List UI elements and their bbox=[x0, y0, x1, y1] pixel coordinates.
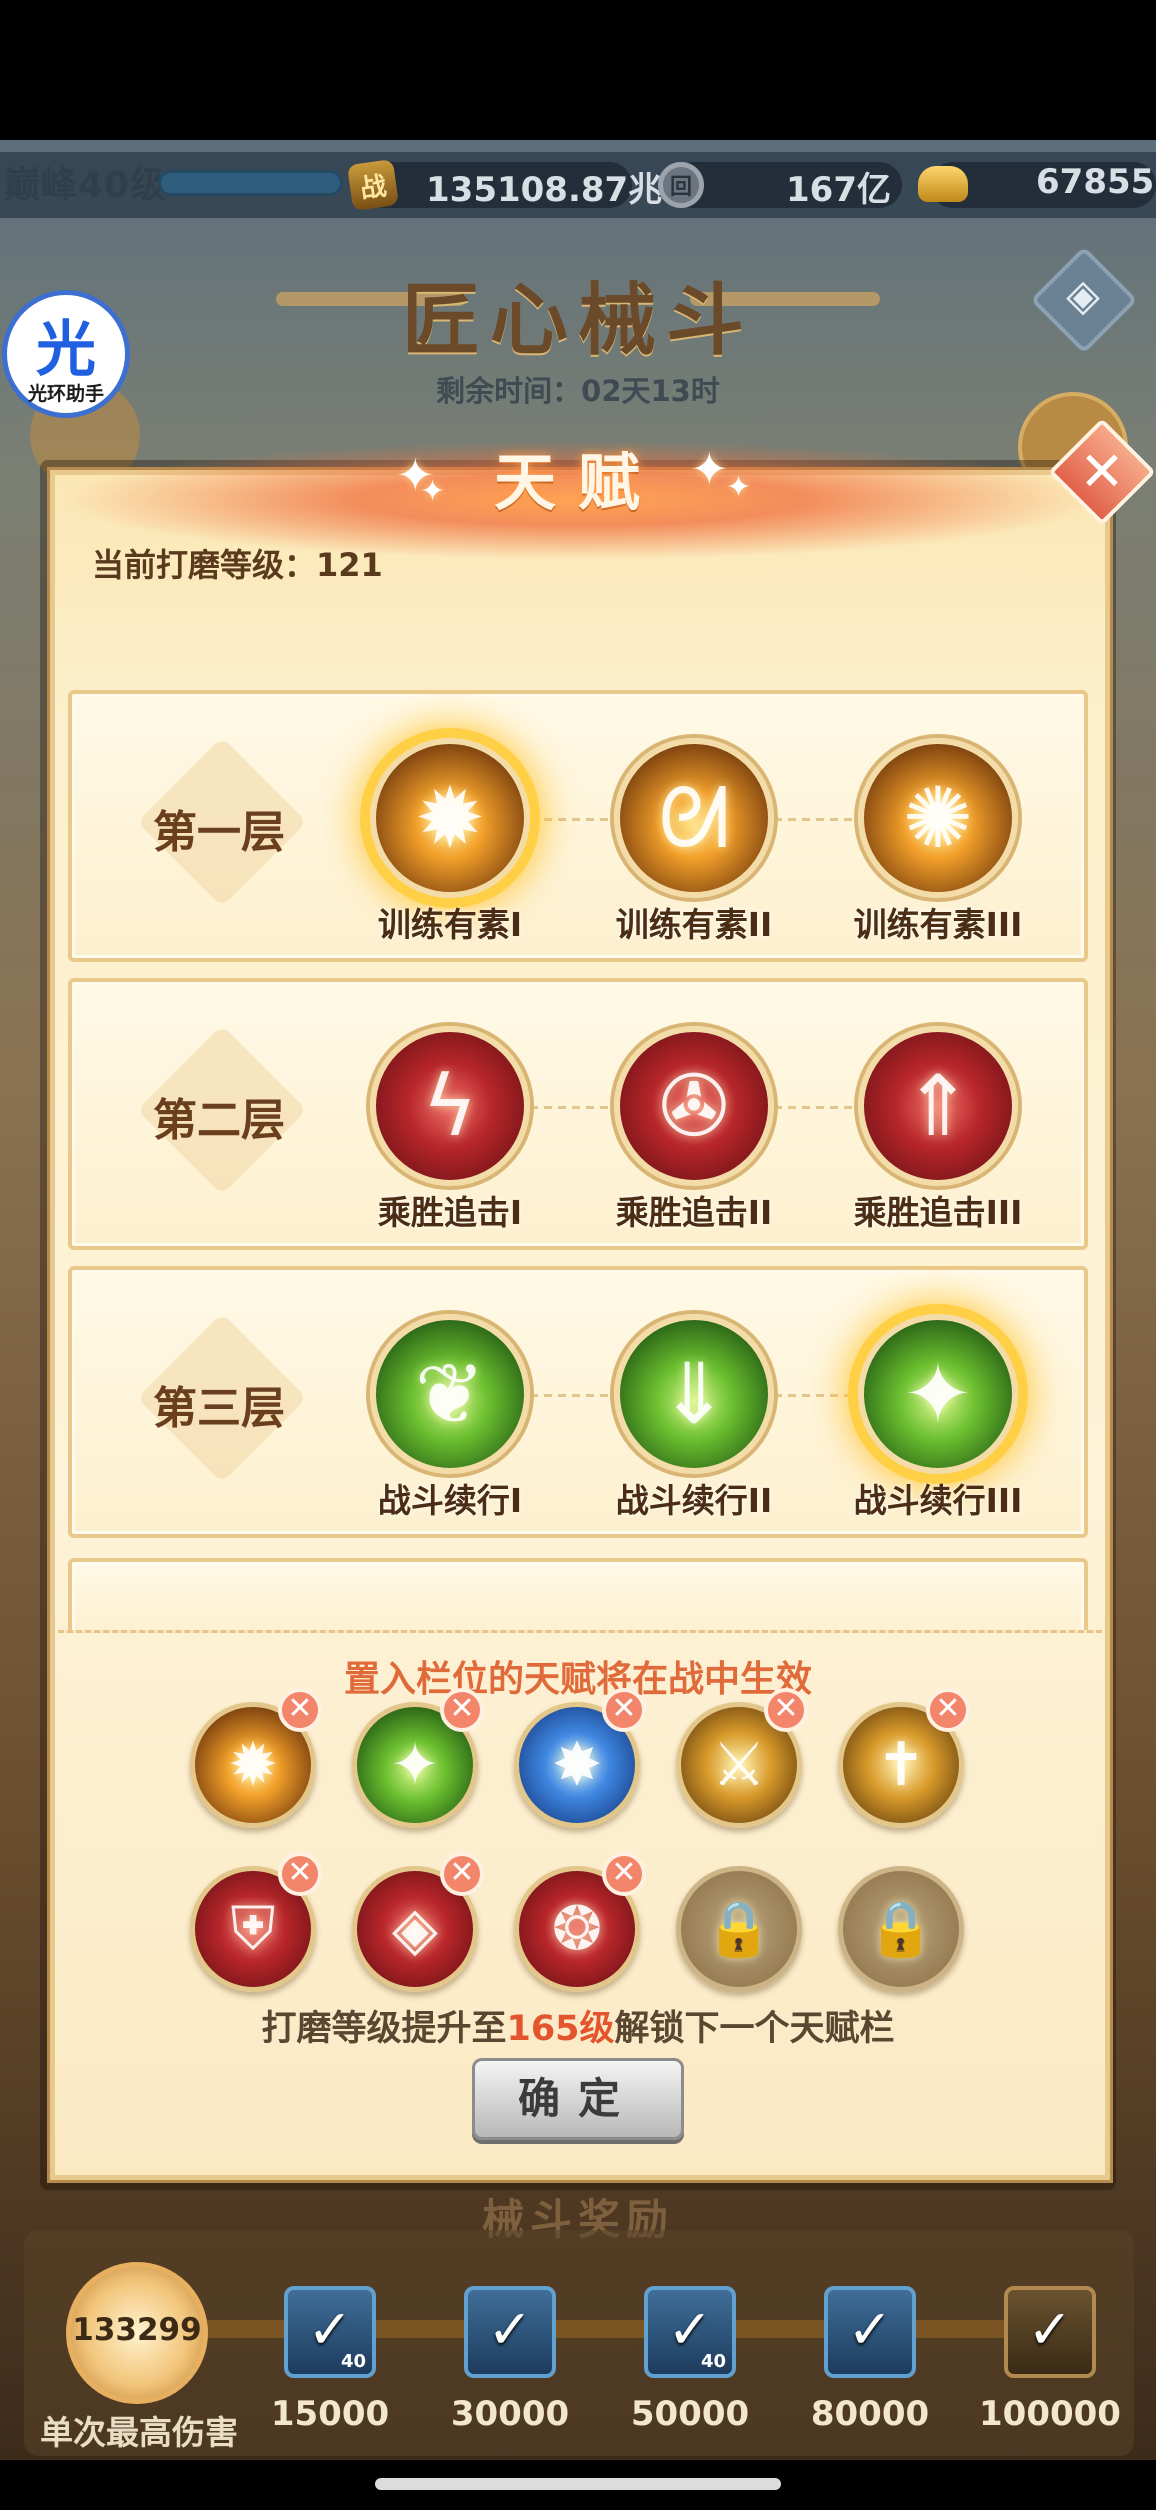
max-damage-label: 单次最高伤害 bbox=[40, 2413, 238, 2452]
reward-count: 40 bbox=[340, 2351, 366, 2372]
reward-chest[interactable]: ✓ bbox=[464, 2286, 556, 2378]
check-icon: ✓ bbox=[487, 2298, 533, 2361]
reward-chest[interactable]: ✓ bbox=[824, 2286, 916, 2378]
unlock-level: 165级 bbox=[506, 2009, 615, 2049]
tier-label-badge: 第三层 bbox=[114, 1313, 307, 1483]
reward-threshold: 80000 bbox=[810, 2394, 930, 2434]
coin-icon: 回 bbox=[658, 162, 704, 208]
reward-progress-line bbox=[120, 2320, 1090, 2338]
fire-swirl-icon: ᘛ bbox=[658, 768, 730, 867]
talent-connector bbox=[530, 818, 614, 821]
remove-slot-icon[interactable]: ✕ bbox=[602, 1852, 646, 1896]
lightning-icon: ϟ bbox=[422, 1057, 478, 1155]
talent-button[interactable]: ⇓ bbox=[614, 1314, 774, 1474]
combat-power-value: 135108.87兆 bbox=[426, 170, 663, 210]
talent-name: 乘胜追击II bbox=[615, 1193, 773, 1232]
reward-threshold: 15000 bbox=[270, 2394, 390, 2434]
remove-slot-icon[interactable]: ✕ bbox=[278, 1688, 322, 1732]
tier-4-peek bbox=[68, 1558, 1088, 1638]
talent-button[interactable]: ✇ bbox=[614, 1026, 774, 1186]
talent-connector bbox=[774, 1394, 858, 1397]
current-polish-level: 当前打磨等级：121 bbox=[92, 546, 383, 584]
reward-chest[interactable]: ✓ 40 bbox=[284, 2286, 376, 2378]
diamond-icon: ◈ bbox=[1066, 270, 1100, 321]
unlock-hint-prefix: 打磨等级提升至 bbox=[261, 2009, 507, 2049]
reward-chest[interactable]: ✓ bbox=[1004, 2286, 1096, 2378]
talent-button[interactable]: ✦ bbox=[858, 1314, 1018, 1474]
tier-label: 第一层 bbox=[153, 807, 285, 858]
remove-slot-icon[interactable]: ✕ bbox=[440, 1688, 484, 1732]
home-indicator[interactable] bbox=[375, 2478, 781, 2490]
slot-hint-text: 置入栏位的天赋将在战中生效 bbox=[343, 1659, 812, 1700]
check-icon: ✓ bbox=[847, 2298, 893, 2361]
talent-button[interactable]: ⇑ bbox=[858, 1026, 1018, 1186]
halo-helper-button[interactable]: 光 光环助手 bbox=[2, 290, 130, 418]
arrow-up-icon: ⇑ bbox=[902, 1057, 974, 1155]
tier-label: 第二层 bbox=[153, 1095, 285, 1146]
event-title: 匠心械斗 bbox=[401, 276, 754, 366]
talent-button[interactable]: ✹ bbox=[370, 738, 530, 898]
tier-label: 第三层 bbox=[153, 1383, 285, 1434]
talent-connector bbox=[530, 1106, 614, 1109]
talent-button[interactable]: ϟ bbox=[370, 1026, 530, 1186]
reward-threshold: 100000 bbox=[979, 2394, 1121, 2434]
lock-icon: 🔒 bbox=[705, 1897, 773, 1960]
remove-slot-icon[interactable]: ✕ bbox=[440, 1852, 484, 1896]
talent-name: 战斗续行III bbox=[853, 1481, 1023, 1520]
talent-name: 训练有素III bbox=[853, 905, 1023, 944]
talent-name: 乘胜追击I bbox=[377, 1193, 523, 1232]
talent-connector bbox=[774, 1106, 858, 1109]
combat-power-icon: 战 bbox=[347, 159, 399, 211]
confirm-button[interactable]: 确定 bbox=[472, 2058, 684, 2140]
vortex-icon: ✇ bbox=[658, 1057, 730, 1155]
reward-chest[interactable]: ✓ 40 bbox=[644, 2286, 736, 2378]
talent-name: 训练有素II bbox=[615, 905, 773, 944]
tier-label-badge: 第一层 bbox=[114, 737, 307, 907]
max-damage-value: 133299 bbox=[72, 2312, 202, 2348]
talent-connector bbox=[530, 1394, 614, 1397]
locked-talent-slot[interactable]: 🔒 bbox=[676, 1866, 802, 1992]
peak-level-label: 巅峰40级 bbox=[4, 165, 168, 206]
talent-name: 战斗续行II bbox=[615, 1481, 773, 1520]
talent-button[interactable]: ❦ bbox=[370, 1314, 530, 1474]
reward-threshold: 30000 bbox=[450, 2394, 570, 2434]
remove-slot-icon[interactable]: ✕ bbox=[602, 1688, 646, 1732]
green-arrow-icon: ⇓ bbox=[658, 1345, 730, 1443]
fire-burst-icon: ✺ bbox=[902, 769, 974, 867]
talent-button[interactable]: ✺ bbox=[858, 738, 1018, 898]
talent-name: 战斗续行I bbox=[377, 1481, 523, 1520]
green-slash-icon: ✦ bbox=[902, 1345, 974, 1443]
remove-slot-icon[interactable]: ✕ bbox=[926, 1688, 970, 1732]
remove-slot-icon[interactable]: ✕ bbox=[278, 1852, 322, 1896]
locked-talent-slot[interactable]: 🔒 bbox=[838, 1866, 964, 1992]
talent-connector bbox=[774, 818, 858, 821]
modal-title: 天赋 bbox=[493, 446, 662, 519]
reward-count: 40 bbox=[700, 2351, 726, 2372]
talent-button[interactable]: ᘛ bbox=[614, 738, 774, 898]
check-icon: ✓ bbox=[1027, 2298, 1073, 2361]
coins-value: 167亿 bbox=[786, 170, 891, 210]
tier-label-badge: 第二层 bbox=[114, 1025, 307, 1195]
gold-ingot-icon bbox=[918, 166, 968, 202]
helper-label: 光环助手 bbox=[27, 383, 104, 405]
helper-logo-icon: 光 bbox=[36, 315, 96, 385]
reward-threshold: 50000 bbox=[630, 2394, 750, 2434]
fire-claw-icon: ✹ bbox=[414, 769, 486, 867]
unlock-hint-suffix: 解锁下一个天赋栏 bbox=[614, 2009, 895, 2049]
remaining-time: 剩余时间：02天13时 bbox=[436, 374, 720, 408]
green-flame-icon: ❦ bbox=[414, 1345, 486, 1443]
lock-icon: 🔒 bbox=[867, 1897, 935, 1960]
level-progress-bar bbox=[158, 170, 343, 196]
unlock-hint: 打磨等级提升至165级解锁下一个天赋栏 bbox=[0, 2000, 1156, 2051]
gold-value: 67855 bbox=[1036, 162, 1155, 202]
talent-name: 乘胜追击III bbox=[853, 1193, 1023, 1232]
remove-slot-icon[interactable]: ✕ bbox=[764, 1688, 808, 1732]
talent-name: 训练有素I bbox=[377, 905, 523, 944]
